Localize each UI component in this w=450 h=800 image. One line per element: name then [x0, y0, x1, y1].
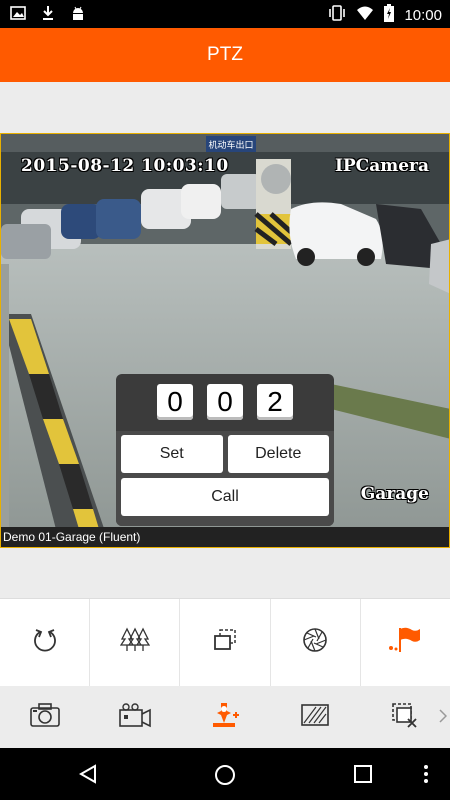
clock: 10:00 [404, 7, 442, 24]
chevron-right-icon[interactable] [439, 709, 448, 728]
iris-icon [302, 627, 328, 658]
layers-icon [212, 627, 238, 658]
iris-button[interactable] [271, 599, 361, 686]
trees-icon [119, 627, 151, 658]
call-preset-button[interactable]: Call [121, 478, 329, 516]
page-title: PTZ [207, 44, 243, 65]
close-window-icon [391, 702, 419, 733]
rotate-button[interactable] [0, 599, 91, 686]
camera-location-label: Garage [360, 484, 429, 504]
image-icon [10, 5, 26, 26]
navigation-bar [0, 748, 450, 800]
exit-sign: 机动车出口 [208, 139, 253, 151]
back-icon[interactable] [78, 764, 98, 789]
ptz-button[interactable] [180, 701, 270, 734]
ptz-icon [209, 701, 241, 734]
preset-digit-3[interactable]: 2 [257, 384, 293, 420]
zoom-button[interactable] [180, 599, 271, 686]
video-record-icon [118, 702, 152, 733]
vibrate-icon [328, 5, 346, 26]
recents-icon[interactable] [353, 764, 373, 789]
flag-icon [388, 626, 422, 659]
rotate-icon [32, 627, 58, 658]
record-button[interactable] [90, 702, 180, 733]
set-preset-button[interactable]: Set [121, 435, 223, 473]
preset-digit-1[interactable]: 0 [157, 384, 193, 420]
delete-preset-button[interactable]: Delete [227, 435, 329, 473]
overflow-menu-icon[interactable] [423, 764, 429, 789]
home-icon[interactable] [214, 764, 236, 791]
preset-panel: 0 0 2 Set Delete Call [116, 374, 334, 526]
app-bar: PTZ [0, 28, 450, 82]
android-icon [70, 5, 86, 26]
snapshot-button[interactable] [0, 702, 90, 733]
ptz-toolbar [0, 598, 450, 686]
bottom-toolbar [0, 687, 450, 747]
camera-brand-label: IPCamera [334, 156, 429, 176]
camera-icon [29, 702, 61, 733]
battery-icon [384, 4, 395, 27]
preset-number: 0 0 2 [116, 384, 334, 420]
image-quality-icon [300, 703, 330, 732]
video-caption: Demo 01-Garage (Fluent) [1, 527, 449, 547]
focus-button[interactable] [90, 599, 181, 686]
download-icon [40, 5, 56, 26]
wifi-icon [356, 5, 374, 26]
preset-button[interactable] [361, 599, 450, 686]
close-window-button[interactable] [360, 702, 450, 733]
image-quality-button[interactable] [270, 703, 360, 732]
status-bar: 10:00 [0, 0, 450, 28]
preset-digit-2[interactable]: 0 [207, 384, 243, 420]
video-timestamp: 2015-08-12 10:03:10 [21, 156, 229, 176]
